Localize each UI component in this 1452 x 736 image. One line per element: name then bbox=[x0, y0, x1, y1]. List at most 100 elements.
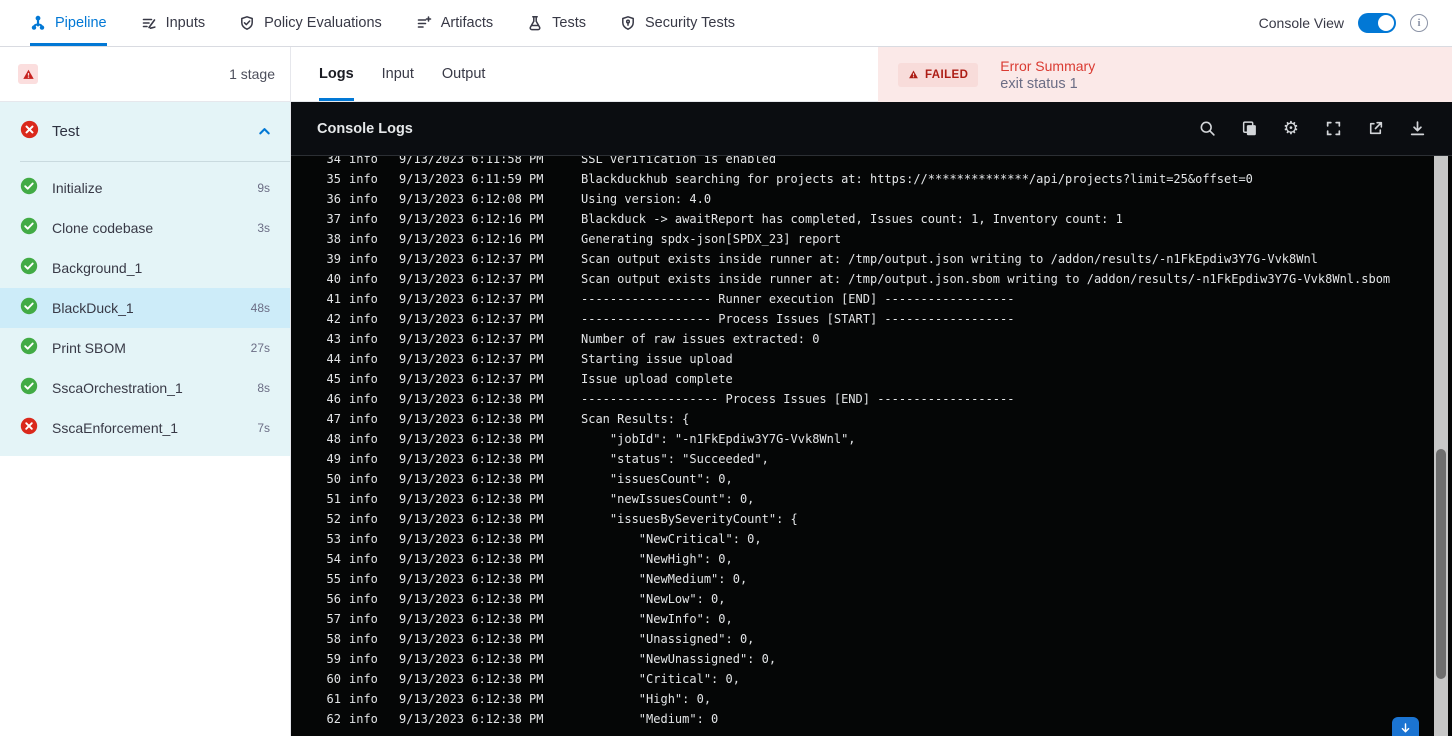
log-timestamp: 9/13/2023 6:12:37 PM bbox=[399, 312, 544, 326]
console-view-label: Console View bbox=[1258, 15, 1344, 31]
log-line-number: 60 bbox=[326, 672, 341, 686]
log-level: info bbox=[349, 452, 378, 466]
toggle-knob bbox=[1378, 15, 1394, 31]
tab-output[interactable]: Output bbox=[442, 47, 486, 101]
step-duration: 3s bbox=[257, 221, 270, 235]
log-timestamp: 9/13/2023 6:12:37 PM bbox=[399, 372, 544, 386]
search-icon[interactable] bbox=[1198, 120, 1216, 138]
log-line-number: 38 bbox=[326, 232, 341, 246]
step-row[interactable]: SscaOrchestration_1 8s bbox=[0, 368, 290, 408]
tab-policy-evaluations[interactable]: Policy Evaluations bbox=[239, 0, 382, 46]
log-message: "newIssuesCount": 0, bbox=[581, 492, 755, 506]
scroll-to-bottom-button[interactable] bbox=[1392, 717, 1419, 736]
warning-triangle-icon bbox=[909, 70, 918, 79]
failed-badge-label: FAILED bbox=[925, 68, 969, 81]
log-message: ------------------ Runner execution [END… bbox=[581, 292, 1015, 306]
log-level: info bbox=[349, 552, 378, 566]
step-label: Clone codebase bbox=[52, 220, 154, 236]
info-icon[interactable]: i bbox=[1410, 14, 1428, 32]
download-icon[interactable] bbox=[1408, 120, 1426, 138]
log-line-number: 39 bbox=[326, 252, 341, 266]
console-panel: Console Logs ⚙ 34 info 9/13/2023 6:11:58… bbox=[291, 102, 1452, 736]
scrollbar-thumb[interactable] bbox=[1436, 449, 1446, 679]
log-timestamp: 9/13/2023 6:12:38 PM bbox=[399, 452, 544, 466]
settings-icon[interactable]: ⚙ bbox=[1282, 119, 1300, 138]
step-duration: 27s bbox=[250, 341, 270, 355]
tab-artifacts[interactable]: Artifacts bbox=[416, 0, 493, 46]
log-level: info bbox=[349, 472, 378, 486]
log-timestamp: 9/13/2023 6:12:38 PM bbox=[399, 712, 544, 726]
log-timestamp: 9/13/2023 6:12:38 PM bbox=[399, 392, 544, 406]
success-icon bbox=[20, 257, 38, 280]
console-view-toggle[interactable] bbox=[1358, 13, 1396, 33]
step-label: SscaOrchestration_1 bbox=[52, 380, 183, 396]
log-level: info bbox=[349, 272, 378, 286]
stage-divider bbox=[20, 161, 290, 162]
log-level: info bbox=[349, 252, 378, 266]
tab-security-tests[interactable]: Security Tests bbox=[620, 0, 735, 46]
step-row[interactable]: BlackDuck_1 48s bbox=[0, 288, 290, 328]
stage-name: Test bbox=[52, 123, 80, 140]
log-timestamp: 9/13/2023 6:12:38 PM bbox=[399, 672, 544, 686]
log-level: info bbox=[349, 692, 378, 706]
tab-tests[interactable]: Tests bbox=[527, 0, 586, 46]
pipeline-execution-page: Pipeline Inputs Policy Evaluations Artif… bbox=[0, 0, 1452, 736]
log-level: info bbox=[349, 156, 378, 166]
tests-icon bbox=[527, 15, 543, 31]
log-message: "issuesBySeverityCount": { bbox=[581, 512, 798, 526]
open-in-new-icon[interactable] bbox=[1366, 120, 1384, 138]
console-log-area: 34 info 9/13/2023 6:11:58 PM SSL verific… bbox=[291, 156, 1452, 736]
tab-inputs[interactable]: Inputs bbox=[141, 0, 206, 46]
log-message: Issue upload complete bbox=[581, 372, 733, 386]
console-header: Console Logs ⚙ bbox=[291, 102, 1452, 156]
pipeline-icon bbox=[30, 15, 46, 31]
log-timestamp: 9/13/2023 6:12:38 PM bbox=[399, 492, 544, 506]
log-line-number: 52 bbox=[326, 512, 341, 526]
log-timestamp: 9/13/2023 6:12:38 PM bbox=[399, 532, 544, 546]
log-message: "NewMedium": 0, bbox=[581, 572, 748, 586]
log-level: info bbox=[349, 572, 378, 586]
log-line-number: 42 bbox=[326, 312, 341, 326]
copy-icon[interactable] bbox=[1240, 120, 1258, 138]
step-duration: 9s bbox=[257, 181, 270, 195]
log-line: 55 info 9/13/2023 6:12:38 PM "NewMedium"… bbox=[291, 569, 1452, 589]
tab-label: Tests bbox=[552, 15, 586, 31]
chevron-up-icon[interactable] bbox=[257, 124, 272, 139]
tab-input[interactable]: Input bbox=[382, 47, 414, 101]
tab-label: Inputs bbox=[165, 15, 206, 31]
tab-logs[interactable]: Logs bbox=[319, 47, 354, 101]
log-level: info bbox=[349, 192, 378, 206]
stage-header[interactable]: Test bbox=[0, 102, 290, 161]
step-row[interactable]: SscaEnforcement_1 7s bbox=[0, 408, 290, 448]
log-level: info bbox=[349, 592, 378, 606]
console-scrollbar[interactable] bbox=[1434, 156, 1448, 736]
log-timestamp: 9/13/2023 6:11:58 PM bbox=[399, 156, 544, 166]
log-line: 37 info 9/13/2023 6:12:16 PM Blackduck -… bbox=[291, 209, 1452, 229]
step-row[interactable]: Initialize 9s bbox=[0, 168, 290, 208]
log-timestamp: 9/13/2023 6:12:37 PM bbox=[399, 272, 544, 286]
log-line-number: 57 bbox=[326, 612, 341, 626]
log-line: 42 info 9/13/2023 6:12:37 PM -----------… bbox=[291, 309, 1452, 329]
failed-badge: FAILED bbox=[898, 62, 979, 87]
log-level: info bbox=[349, 372, 378, 386]
log-timestamp: 9/13/2023 6:12:38 PM bbox=[399, 572, 544, 586]
log-timestamp: 9/13/2023 6:12:38 PM bbox=[399, 552, 544, 566]
log-timestamp: 9/13/2023 6:12:38 PM bbox=[399, 512, 544, 526]
step-row[interactable]: Background_1 bbox=[0, 248, 290, 288]
log-line-number: 36 bbox=[326, 192, 341, 206]
log-message: Scan output exists inside runner at: /tm… bbox=[581, 252, 1318, 266]
step-duration: 8s bbox=[257, 381, 270, 395]
step-row[interactable]: Print SBOM 27s bbox=[0, 328, 290, 368]
log-level: info bbox=[349, 292, 378, 306]
log-timestamp: 9/13/2023 6:12:37 PM bbox=[399, 252, 544, 266]
log-line: 47 info 9/13/2023 6:12:38 PM Scan Result… bbox=[291, 409, 1452, 429]
step-row[interactable]: Clone codebase 3s bbox=[0, 208, 290, 248]
log-line: 59 info 9/13/2023 6:12:38 PM "NewUnassig… bbox=[291, 649, 1452, 669]
log-level: info bbox=[349, 232, 378, 246]
top-nav-tabs: Pipeline Inputs Policy Evaluations Artif… bbox=[30, 0, 735, 46]
log-level: info bbox=[349, 352, 378, 366]
fullscreen-icon[interactable] bbox=[1324, 120, 1342, 138]
log-message: Starting issue upload bbox=[581, 352, 733, 366]
main-top-row: Logs Input Output FAILED Error Summary e… bbox=[291, 47, 1452, 102]
tab-pipeline[interactable]: Pipeline bbox=[30, 0, 107, 46]
